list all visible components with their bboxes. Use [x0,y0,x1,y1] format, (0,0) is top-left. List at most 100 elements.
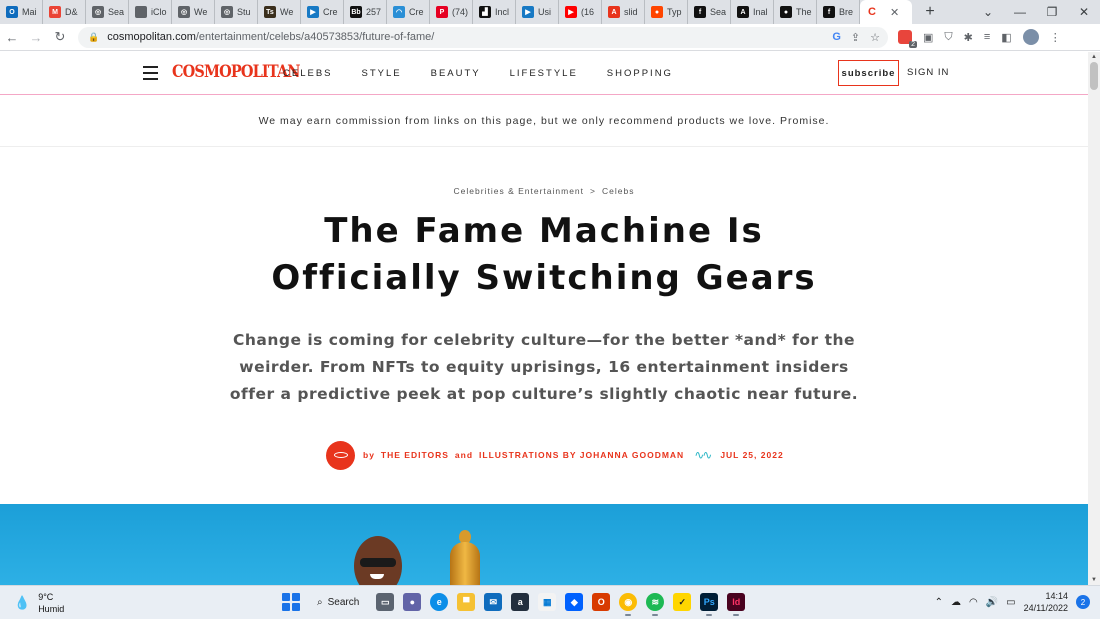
puzzle-icon[interactable]: ✱ [964,31,973,44]
search-icon: ⌕ [317,596,323,608]
dropbox-icon[interactable]: ◆ [565,593,584,611]
browser-tab[interactable]: M D& [43,0,86,24]
browser-tab[interactable]: ▶ Cre [301,0,344,24]
active-browser-tab[interactable]: C ✕ [860,0,912,24]
extension-shield-icon[interactable]: ⛉ [944,31,952,44]
edge-icon[interactable]: e [430,593,449,611]
norton-icon[interactable]: ✓ [673,593,692,611]
subscribe-button[interactable]: subscribe [838,60,899,86]
tab-label: Cre [323,7,338,17]
browser-tab[interactable]: P (74) [430,0,473,24]
breadcrumb-item-celebs[interactable]: Celebs [602,186,634,196]
circle-icon: ● [780,6,792,18]
weather-widget[interactable]: 💧 9°C Humid [14,591,64,615]
teams-chat-icon[interactable]: ● [403,593,422,611]
breadcrumb: Celebrities & Entertainment > Celebs [0,186,1088,196]
tab-label: Inal [753,7,768,17]
breadcrumb-item-celebrities-entertainment[interactable]: Celebrities & Entertainment [454,186,584,196]
browser-tab[interactable]: f Bre [817,0,860,24]
hamburger-menu-icon[interactable] [143,66,158,80]
tray-chevron-icon[interactable]: ⌃ [935,597,943,608]
bookmark-star-icon[interactable]: ☆ [870,31,880,44]
browser-tab[interactable]: ● The [774,0,817,24]
affiliate-disclaimer: We may earn commission from links on thi… [0,95,1088,147]
system-clock[interactable]: 14:14 24/11/2022 [1024,590,1068,614]
browser-tab[interactable]: ◠ Cre [387,0,430,24]
volume-icon[interactable]: 🔊 [986,597,998,608]
wifi-icon[interactable]: ◠ [969,597,978,608]
browser-tab[interactable]: f Sea [688,0,731,24]
tab-search-icon[interactable]: ⌄ [972,5,1004,19]
close-window-button[interactable]: ✕ [1068,5,1100,19]
browser-tab[interactable]: ▶ (16 [559,0,602,24]
browser-tab[interactable]: Aslid [602,0,645,24]
browser-tab[interactable]: A Inal [731,0,774,24]
spotify-icon[interactable]: ≋ [646,593,665,616]
amazon-icon[interactable]: a [511,593,530,611]
browser-tab[interactable]: Ts We [258,0,301,24]
close-tab-icon[interactable]: ✕ [890,6,899,19]
f-icon: f [694,6,706,18]
reload-button[interactable]: ↻ [48,29,72,45]
tab-label: Stu [237,7,251,17]
browser-tab[interactable]: ◎ Stu [215,0,258,24]
back-button[interactable]: ← [0,30,24,45]
share-icon[interactable]: ⇪ [851,31,860,44]
scroll-up-arrow-icon[interactable]: ▲ [1088,54,1100,60]
indesign-icon[interactable]: Id [727,593,746,616]
extensions-area: 2 ▣ ⛉ ✱ ≡ ◧ ⋮ [898,29,1061,48]
browser-tab[interactable]: ▟ Incl [473,0,516,24]
nav-link-style[interactable]: STYLE [362,68,402,79]
google-icon[interactable]: G [832,31,841,44]
reading-list-icon[interactable]: ≡ [984,31,990,43]
side-panel-icon[interactable]: ◧ [1001,31,1011,44]
battery-icon[interactable]: ▭ [1006,597,1015,608]
forward-button[interactable]: → [24,30,48,45]
browser-tab[interactable]: ◎ We [172,0,215,24]
menu-kebab-icon[interactable]: ⋮ [1050,31,1061,44]
site-logo[interactable]: COSMOPOLITAN [172,62,301,82]
primary-nav: CELEBS STYLE BEAUTY LIFESTYLE SHOPPING [283,68,673,79]
new-tab-button[interactable]: + [918,3,942,21]
browser-tab[interactable]: Bb 257 [344,0,387,24]
address-bar[interactable]: 🔒 cosmopolitan.com /entertainment/celebs… [78,26,888,48]
tab-label: (74) [452,7,469,17]
browser-tab[interactable]: ● Typ [645,0,688,24]
restore-button[interactable]: ❐ [1036,5,1068,19]
task-view-icon[interactable]: ▭ [376,593,395,611]
nav-link-celebs[interactable]: CELEBS [283,68,333,79]
tab-label: Usi [538,7,551,17]
nav-link-shopping[interactable]: SHOPPING [607,68,673,79]
byline-illustrator[interactable]: ILLUSTRATIONS BY JOHANNA GOODMAN [479,450,684,460]
windows-taskbar: 💧 9°C Humid ⌕ Search ▭ ● e ▀ ✉ a ▦ ◆ O ◉… [0,585,1100,619]
minimize-button[interactable]: — [1004,5,1036,19]
taskbar-search[interactable]: ⌕ Search [309,590,367,614]
windows-start-icon[interactable] [282,593,300,611]
byline-author[interactable]: THE EDITORS [381,450,449,460]
scrollbar-thumb[interactable] [1090,62,1098,90]
search-label: Search [327,596,360,608]
browser-tab[interactable]: ▶ Usi [516,0,559,24]
file-explorer-icon[interactable]: ▀ [457,593,476,611]
brave-shield-icon[interactable]: 2 [898,30,917,48]
photoshop-icon[interactable]: Ps [700,593,719,616]
tab-label: Sea [108,7,125,17]
nav-link-lifestyle[interactable]: LIFESTYLE [510,68,578,79]
page-scrollbar[interactable]: ▲ ▼ [1088,52,1100,585]
browser-tab[interactable]: ◎ Sea [86,0,129,24]
ts-icon: Ts [264,6,276,18]
browser-tab[interactable]: O Mai [0,0,43,24]
onedrive-sync-icon[interactable]: ☁ [951,597,961,608]
mail-icon[interactable]: ✉ [484,593,503,611]
extension-k-icon[interactable]: ▣ [923,31,933,44]
browser-tab[interactable]: iClo [129,0,172,24]
sign-in-link[interactable]: SIGN IN [907,67,949,78]
chrome-icon[interactable]: ◉ [619,593,638,616]
nav-link-beauty[interactable]: BEAUTY [431,68,481,79]
byline: by THE EDITORS and ILLUSTRATIONS BY JOHA… [326,440,784,470]
profile-avatar[interactable] [1022,29,1039,45]
scroll-down-arrow-icon[interactable]: ▼ [1088,577,1100,583]
notification-badge[interactable]: 2 [1076,595,1090,609]
office-icon[interactable]: O [592,593,611,611]
store-icon[interactable]: ▦ [538,593,557,611]
